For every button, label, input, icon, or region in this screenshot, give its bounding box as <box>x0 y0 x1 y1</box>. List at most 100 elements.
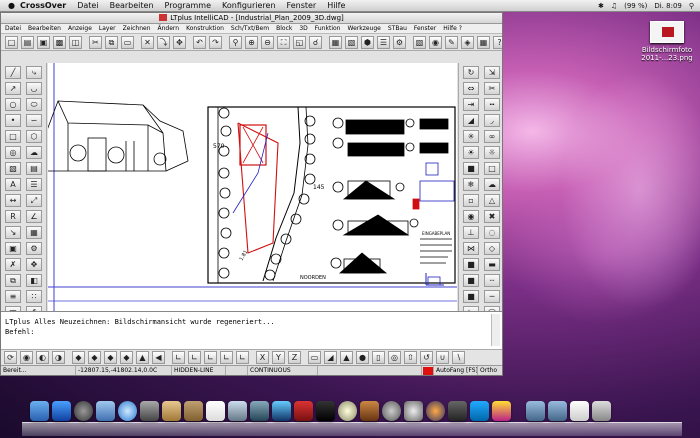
arc-tool-icon[interactable]: ◡ <box>26 82 42 95</box>
grid-icon[interactable]: ▦ <box>477 35 490 49</box>
image-icon[interactable]: ◉ <box>429 35 442 49</box>
ucs-x-icon[interactable]: X <box>256 351 269 364</box>
scale-tool-icon[interactable]: ⇲ <box>484 66 500 79</box>
window-titlebar[interactable]: LTplus IntelliCAD - [Industrial_Plan_200… <box>1 13 502 24</box>
render-icon[interactable]: ◈ <box>461 35 474 49</box>
ucs-y-icon[interactable]: Y <box>272 351 285 364</box>
downloads-stack-icon[interactable] <box>570 401 589 421</box>
status-autofang[interactable]: AutoFang [FS] <box>433 366 478 375</box>
menu-konfigurieren[interactable]: Konfigurieren <box>222 1 276 10</box>
orbit-3d-icon[interactable]: ⟳ <box>4 351 17 364</box>
itunes-icon[interactable] <box>272 401 291 421</box>
snap-quadrant-icon[interactable]: ◇ <box>484 242 500 255</box>
zoom-realtime-icon[interactable]: ⚲ <box>229 35 242 49</box>
cone-3d-icon[interactable]: ▲ <box>340 351 353 364</box>
view-front-icon[interactable]: ▧ <box>345 35 358 49</box>
undo-icon[interactable]: ↶ <box>193 35 206 49</box>
circle-tool-icon[interactable]: ○ <box>5 98 21 111</box>
layer-freeze-icon[interactable]: ❄ <box>463 178 479 191</box>
snap-center-icon[interactable]: ◉ <box>463 210 479 223</box>
snap-tangent-icon[interactable]: ◌ <box>484 226 500 239</box>
move-tool-icon[interactable]: ✥ <box>26 258 42 271</box>
box-3d-icon[interactable]: ▭ <box>308 351 321 364</box>
paint-icon[interactable]: ✎ <box>445 35 458 49</box>
view-left-icon[interactable]: ◀ <box>152 351 165 364</box>
zoom-previous-icon[interactable]: ☌ <box>309 35 322 49</box>
help-icon[interactable]: ? <box>493 35 502 49</box>
apple-icon[interactable]: ● <box>8 1 20 10</box>
shade-icon[interactable]: ◐ <box>36 351 49 364</box>
revolve-3d-icon[interactable]: ↺ <box>420 351 433 364</box>
app-menu-datei[interactable]: Datei <box>5 24 21 33</box>
status-ortho[interactable]: Ortho <box>477 366 502 375</box>
torus-3d-icon[interactable]: ◎ <box>388 351 401 364</box>
block-create-icon[interactable]: ▣ <box>5 242 21 255</box>
lineweight-icon[interactable]: ▬ <box>484 258 500 271</box>
match-properties-icon[interactable]: ⤵ <box>157 35 170 49</box>
fillet-tool-icon[interactable]: ◞ <box>484 114 500 127</box>
snap-perpendicular-icon[interactable]: ⊥ <box>463 226 479 239</box>
menu-fenster[interactable]: Fenster <box>287 1 317 10</box>
ray-tool-icon[interactable]: ↗ <box>5 82 21 95</box>
cylinder-3d-icon[interactable]: ▯ <box>372 351 385 364</box>
ucs-3point-icon[interactable]: ∟ <box>204 351 217 364</box>
hatch-icon[interactable]: ▧ <box>413 35 426 49</box>
rectangle-tool-icon[interactable]: □ <box>5 130 21 143</box>
mirror-tool-icon[interactable]: ◧ <box>26 274 42 287</box>
render-sphere-icon[interactable]: ◉ <box>20 351 33 364</box>
region-tool-icon[interactable]: ▤ <box>26 162 42 175</box>
finder-icon[interactable] <box>30 401 49 421</box>
redo-icon[interactable]: ↷ <box>209 35 222 49</box>
dashboard-icon[interactable] <box>74 401 93 421</box>
donut-tool-icon[interactable]: ◎ <box>5 146 21 159</box>
wedge-3d-icon[interactable]: ◢ <box>324 351 337 364</box>
app-menu-block[interactable]: Block <box>276 24 292 33</box>
extrude-3d-icon[interactable]: ⇧ <box>404 351 417 364</box>
subtract-3d-icon[interactable]: ∖ <box>452 351 465 364</box>
system-preferences-icon[interactable] <box>404 401 423 421</box>
revision-cloud-icon[interactable]: ☁ <box>26 146 42 159</box>
paste-icon[interactable]: ▭ <box>121 35 134 49</box>
skype-icon[interactable] <box>470 401 489 421</box>
app-store-icon[interactable] <box>52 401 71 421</box>
app-menu-zeichnen[interactable]: Zeichnen <box>123 24 151 33</box>
copy-icon[interactable]: ⧉ <box>105 35 118 49</box>
iphoto-icon[interactable] <box>250 401 269 421</box>
view-ne-icon[interactable]: ◆ <box>88 351 101 364</box>
join-tool-icon[interactable]: ∞ <box>484 130 500 143</box>
trash-icon[interactable] <box>592 401 611 421</box>
status-linetype[interactable]: CONTINUOUS <box>247 366 317 375</box>
snap-midpoint-icon[interactable]: △ <box>484 194 500 207</box>
battery-status[interactable]: (99 %) <box>624 2 647 10</box>
view-3d-icon[interactable]: ⬢ <box>361 35 374 49</box>
notes-icon[interactable] <box>184 401 203 421</box>
view-se-icon[interactable]: ◆ <box>120 351 133 364</box>
text-tool-icon[interactable]: A <box>5 178 21 191</box>
line-dash-icon[interactable]: ─ <box>484 290 500 303</box>
address-book-icon[interactable] <box>162 401 181 421</box>
view-sw-icon[interactable]: ◆ <box>104 351 117 364</box>
color-black-icon[interactable]: ■ <box>463 290 479 303</box>
view-top-icon[interactable]: ▦ <box>329 35 342 49</box>
color-dark-icon[interactable]: ■ <box>463 258 479 271</box>
calendar-icon[interactable] <box>206 401 225 421</box>
applications-folder-icon[interactable] <box>526 401 545 421</box>
array-tool-icon[interactable]: ∷ <box>26 290 42 303</box>
documents-folder-icon[interactable] <box>548 401 567 421</box>
linetype-icon[interactable]: ┄ <box>484 274 500 287</box>
menu-app-name[interactable]: CrossOver <box>20 1 66 10</box>
dim-angle-icon[interactable]: ∠ <box>26 210 42 223</box>
break-tool-icon[interactable]: ┅ <box>484 98 500 111</box>
app-menu-3d[interactable]: 3D <box>299 24 307 33</box>
desktop-file-screenshot[interactable]: Bildschirmfoto 2011-...23.png <box>641 21 693 73</box>
layer-off-icon[interactable]: ☼ <box>484 146 500 159</box>
rotate-tool-icon[interactable]: ↻ <box>463 66 479 79</box>
app-menu-bearbeiten[interactable]: Bearbeiten <box>28 24 61 33</box>
command-prompt[interactable]: Befehl: <box>5 327 502 337</box>
view-nw-icon[interactable]: ◆ <box>72 351 85 364</box>
facetime-icon[interactable] <box>140 401 159 421</box>
layer-on-icon[interactable]: ☀ <box>463 146 479 159</box>
crossover-icon[interactable] <box>448 401 467 421</box>
imovie-icon[interactable] <box>316 401 335 421</box>
view-top-3d-icon[interactable]: ▲ <box>136 351 149 364</box>
